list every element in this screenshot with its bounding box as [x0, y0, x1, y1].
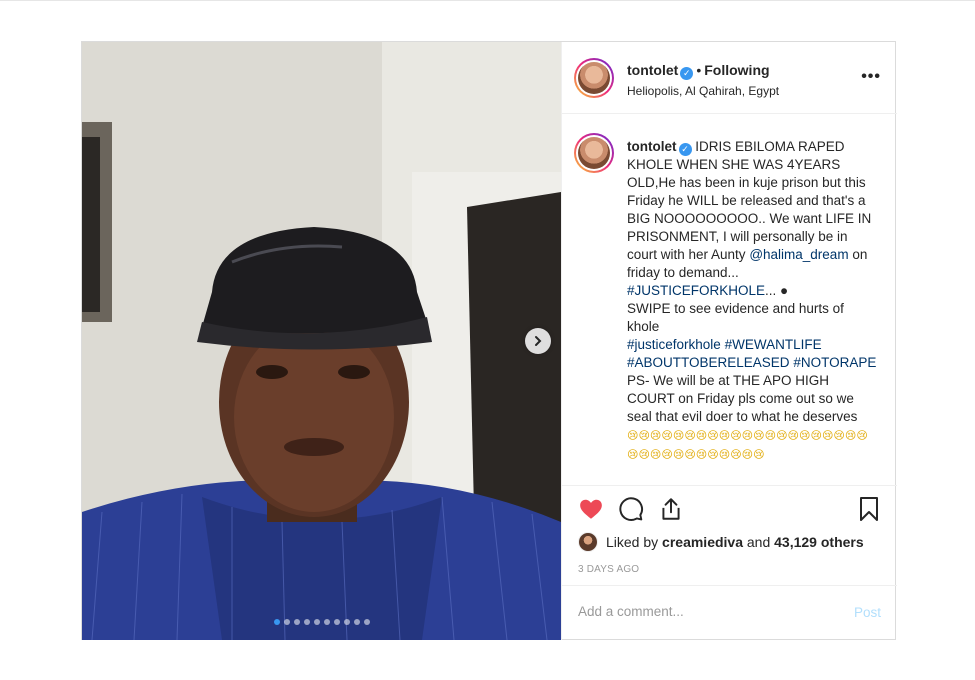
author-username[interactable]: tontolet: [627, 62, 678, 78]
liker-avatar[interactable]: [578, 532, 598, 552]
verified-badge-icon: ✓: [680, 67, 694, 80]
caption-username[interactable]: tontolet: [627, 139, 677, 154]
post-comment-button[interactable]: Post: [854, 605, 881, 620]
caption-text: ... ●: [765, 283, 789, 298]
hashtag-link[interactable]: #WEWANTLIFE: [725, 337, 822, 352]
hashtag-link[interactable]: #justiceforkhole: [627, 337, 721, 352]
caption-text: PS- We will be at THE APO HIGH COURT on …: [627, 373, 858, 424]
heart-icon[interactable]: [578, 496, 604, 522]
follow-status-button[interactable]: Following: [704, 62, 769, 78]
post-photo[interactable]: [82, 42, 561, 640]
separator-dot: •: [696, 62, 702, 78]
share-icon[interactable]: [658, 496, 684, 522]
author-avatar[interactable]: [574, 58, 614, 98]
crying-emoji-row: 😢😢😢😢😢😢😢😢😢😢😢😢😢😢😢😢😢😢😢😢😢😢😢😢😢😢😢😢😢😢😢😢😢: [627, 429, 868, 461]
post-timestamp[interactable]: 3 DAYS AGO: [578, 564, 639, 575]
carousel-dot: [294, 619, 300, 625]
carousel-dot: [334, 619, 340, 625]
post-caption: tontolet ✓ IDRIS EBILOMA RAPED KHOLE WHEN…: [627, 138, 877, 464]
likes-count[interactable]: 43,129 others: [774, 534, 864, 550]
carousel-dot: [344, 619, 350, 625]
chevron-right-icon: [535, 336, 542, 346]
carousel-dot: [364, 619, 370, 625]
liker-username[interactable]: creamiediva: [662, 534, 743, 550]
post-sidebar: tontolet ✓ • Following Heliopolis, Al Qahir…: [561, 42, 897, 640]
next-photo-button[interactable]: [525, 328, 551, 354]
hashtag-link[interactable]: #NOTORAPE: [793, 355, 876, 370]
carousel-dot: [274, 619, 280, 625]
photo-illustration: [82, 42, 561, 640]
carousel-dot: [284, 619, 290, 625]
author-info: tontolet ✓ • Following Heliopolis, Al Qahir…: [627, 62, 779, 98]
comment-icon[interactable]: [618, 496, 644, 522]
post-location[interactable]: Heliopolis, Al Qahirah, Egypt: [627, 84, 779, 98]
caption-text: IDRIS EBILOMA RAPED KHOLE WHEN SHE WAS 4…: [627, 139, 872, 262]
caption-text: SWIPE to see evidence and hurts of khole: [627, 301, 844, 334]
likes-prefix: Liked by: [606, 534, 659, 550]
more-options-icon[interactable]: •••: [861, 68, 881, 86]
carousel-dot: [354, 619, 360, 625]
bookmark-icon[interactable]: [857, 496, 881, 522]
carousel-indicators: [274, 619, 370, 625]
carousel-dot: [304, 619, 310, 625]
comments-section: tontolet ✓ IDRIS EBILOMA RAPED KHOLE WHEN…: [562, 115, 897, 485]
caption-author-avatar[interactable]: [574, 133, 614, 173]
add-comment-bar: Post: [562, 585, 897, 640]
hashtag-link[interactable]: #ABOUTTOBERELEASED: [627, 355, 790, 370]
comment-input[interactable]: [578, 604, 828, 619]
post-header: tontolet ✓ • Following Heliopolis, Al Qahir…: [562, 42, 897, 114]
carousel-dot: [314, 619, 320, 625]
hashtag-link[interactable]: #JUSTICEFORKHOLE: [627, 283, 765, 298]
carousel-dot: [324, 619, 330, 625]
post-dialog: tontolet ✓ • Following Heliopolis, Al Qahir…: [81, 41, 897, 640]
likes-summary: Liked by creamiediva and 43,129 others: [578, 532, 864, 552]
action-icons: [578, 496, 684, 522]
likes-middle: and: [746, 534, 771, 550]
top-divider: [0, 0, 975, 1]
mention-link[interactable]: @halima_dream: [749, 247, 848, 262]
verified-badge-icon: ✓: [678, 143, 692, 156]
